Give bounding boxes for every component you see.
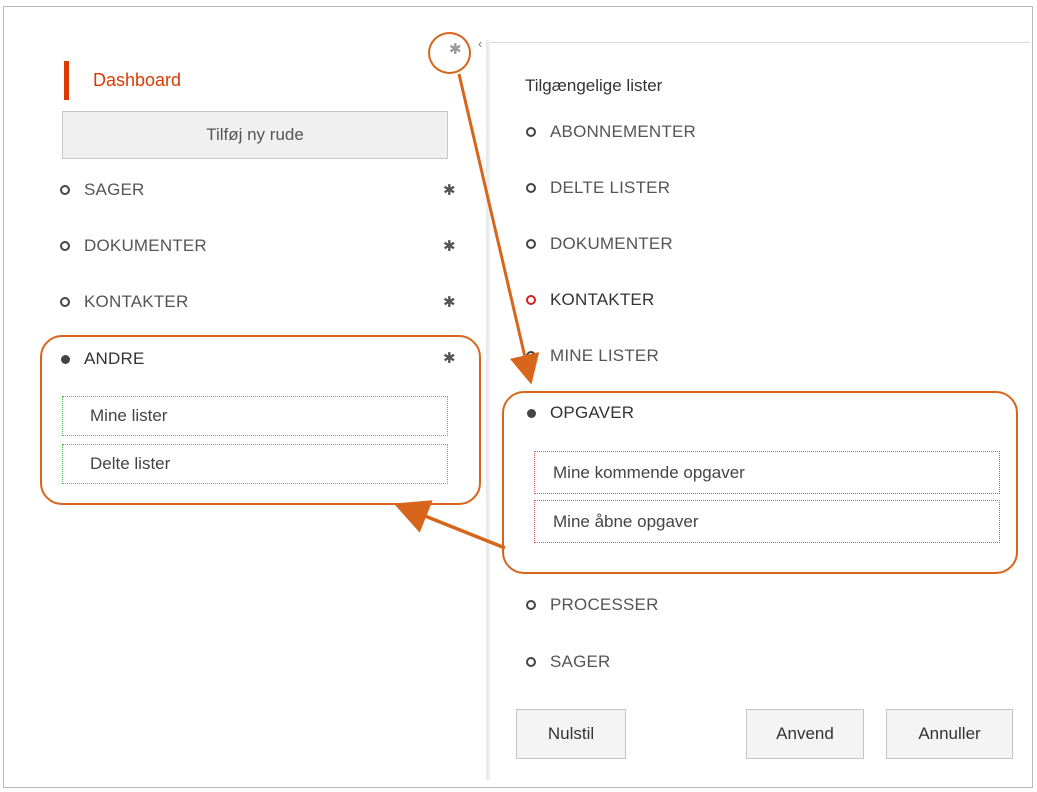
- arrow-down: [457, 73, 540, 385]
- annotation-arrows: [393, 73, 540, 550]
- arrow-left: [393, 500, 506, 550]
